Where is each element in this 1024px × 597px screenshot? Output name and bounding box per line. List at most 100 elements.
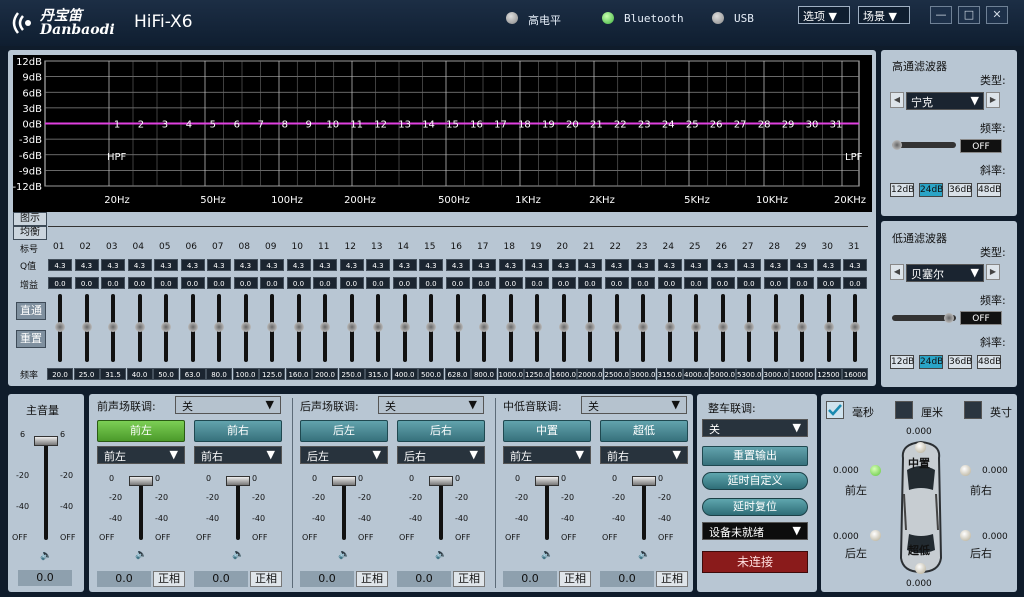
band-freq-input[interactable]: 250.0 [338, 368, 365, 380]
lpf-next-icon[interactable]: ▶ [986, 264, 1000, 280]
band-slider-knob[interactable] [505, 322, 516, 332]
hpf-off-button[interactable]: OFF [960, 139, 1002, 153]
speaker-icon[interactable]: 🔈 [541, 549, 553, 560]
band-gain-input[interactable]: 0.0 [313, 277, 337, 289]
hpf-freq-knob[interactable] [892, 140, 902, 150]
band-slider-knob[interactable] [611, 322, 622, 332]
band-slider-knob[interactable] [664, 322, 675, 332]
band-q-input[interactable]: 4.3 [684, 259, 708, 271]
lpf_panel-slope-36dB-button[interactable]: 36dB [948, 355, 972, 369]
band-q-input[interactable]: 4.3 [419, 259, 443, 271]
band-q-input[interactable]: 4.3 [631, 259, 655, 271]
band-gain-input[interactable]: 0.0 [180, 277, 205, 289]
phase-button[interactable]: 正相 [453, 571, 485, 587]
band-gain-input[interactable]: 0.0 [74, 277, 99, 289]
band-gain-input[interactable]: 0.0 [419, 277, 443, 289]
fr-speaker-icon[interactable] [960, 465, 971, 476]
band-freq-input[interactable]: 3150.0 [656, 368, 683, 380]
band-gain-input[interactable]: 0.0 [260, 277, 284, 289]
band-slider-knob[interactable] [426, 322, 436, 332]
reset-eq-button[interactable]: 重置 [16, 330, 46, 348]
band-gain-input[interactable]: 0.0 [737, 277, 761, 289]
minimize-button[interactable]: — [930, 6, 952, 24]
hpf-type-select[interactable]: 宁克 ▼ [906, 92, 984, 110]
band-gain-input[interactable]: 0.0 [207, 277, 231, 289]
channel-button[interactable]: 超低 [600, 420, 688, 442]
band-gain-input[interactable]: 0.0 [843, 277, 867, 289]
band-freq-input[interactable]: 20.0 [47, 368, 73, 380]
band-q-input[interactable]: 4.3 [48, 259, 72, 271]
band-gain-input[interactable]: 0.0 [366, 277, 390, 289]
channel-volume-track[interactable] [236, 478, 240, 540]
delay-bottom-value[interactable]: 0.000 [906, 579, 932, 589]
fr-delay-value[interactable]: 0.000 [982, 466, 1008, 476]
band-slider-knob[interactable] [532, 322, 542, 332]
lpf-prev-icon[interactable]: ◀ [890, 264, 904, 280]
band-q-input[interactable]: 4.3 [74, 259, 99, 271]
band-freq-input[interactable]: 200.0 [312, 368, 338, 380]
channel-source-select[interactable]: 前左 ▼ [503, 446, 591, 464]
channel-button[interactable]: 后右 [397, 420, 485, 442]
band-slider-knob[interactable] [161, 322, 171, 332]
unit-cm-checkbox[interactable] [895, 401, 913, 419]
lpf_panel-slope-12dB-button[interactable]: 12dB [890, 355, 914, 369]
band-gain-input[interactable]: 0.0 [127, 277, 152, 289]
band-freq-input[interactable]: 40.0 [126, 368, 153, 380]
band-gain-input[interactable]: 0.0 [286, 277, 311, 289]
band-slider-knob[interactable] [823, 322, 834, 332]
band-freq-input[interactable]: 12500 [815, 368, 842, 380]
band-q-input[interactable]: 4.3 [657, 259, 682, 271]
band-freq-input[interactable]: 1250.0 [524, 368, 550, 380]
band-freq-input[interactable]: 3000.0 [762, 368, 789, 380]
band-slider-knob[interactable] [187, 322, 198, 332]
speaker-icon[interactable]: 🔈 [135, 549, 147, 560]
band-q-input[interactable]: 4.3 [445, 259, 470, 271]
band-slider-knob[interactable] [717, 322, 728, 332]
channel-volume-thumb[interactable] [535, 476, 559, 486]
channel-volume-track[interactable] [439, 478, 443, 540]
band-gain-input[interactable]: 0.0 [551, 277, 576, 289]
scene-menu[interactable]: 场景 ▼ [858, 6, 910, 24]
band-q-input[interactable]: 4.3 [233, 259, 258, 271]
band-freq-input[interactable]: 2000.0 [577, 368, 603, 380]
band-freq-input[interactable]: 2500.0 [603, 368, 630, 380]
master-value[interactable]: 0.0 [18, 570, 72, 586]
band-gain-input[interactable]: 0.0 [498, 277, 523, 289]
group-link-select[interactable]: 关 ▼ [378, 396, 484, 414]
band-slider-knob[interactable] [479, 322, 489, 332]
band-gain-input[interactable]: 0.0 [710, 277, 735, 289]
band-gain-input[interactable]: 0.0 [445, 277, 470, 289]
master-slider-thumb[interactable] [34, 436, 58, 446]
band-gain-input[interactable]: 0.0 [339, 277, 364, 289]
group-link-select[interactable]: 关 ▼ [581, 396, 687, 414]
band-slider-knob[interactable] [691, 322, 701, 332]
phase-button[interactable]: 正相 [250, 571, 282, 587]
channel-volume-thumb[interactable] [632, 476, 656, 486]
channel-volume-track[interactable] [642, 478, 646, 540]
band-gain-input[interactable]: 0.0 [657, 277, 682, 289]
channel-value[interactable]: 0.0 [194, 571, 248, 587]
channel-volume-track[interactable] [342, 478, 346, 540]
channel-button[interactable]: 后左 [300, 420, 388, 442]
band-q-input[interactable]: 4.3 [498, 259, 523, 271]
rr-delay-value[interactable]: 0.000 [982, 532, 1008, 542]
band-gain-input[interactable]: 0.0 [48, 277, 72, 289]
band-slider-knob[interactable] [744, 322, 754, 332]
band-q-input[interactable]: 4.3 [604, 259, 629, 271]
channel-volume-track[interactable] [545, 478, 549, 540]
band-q-input[interactable]: 4.3 [339, 259, 364, 271]
rr-speaker-icon[interactable] [960, 530, 971, 541]
band-q-input[interactable]: 4.3 [737, 259, 761, 271]
center-speaker-icon[interactable] [915, 442, 926, 453]
band-gain-input[interactable]: 0.0 [472, 277, 496, 289]
master-speaker-icon[interactable]: 🔈 [40, 550, 52, 561]
band-slider-knob[interactable] [850, 322, 860, 332]
band-slider-knob[interactable] [797, 322, 807, 332]
band-q-input[interactable]: 4.3 [578, 259, 602, 271]
channel-volume-thumb[interactable] [129, 476, 153, 486]
band-q-input[interactable]: 4.3 [551, 259, 576, 271]
band-q-input[interactable]: 4.3 [816, 259, 841, 271]
rl-delay-value[interactable]: 0.000 [833, 532, 859, 542]
band-slider-knob[interactable] [214, 322, 224, 332]
channel-source-select[interactable]: 前右 ▼ [194, 446, 282, 464]
